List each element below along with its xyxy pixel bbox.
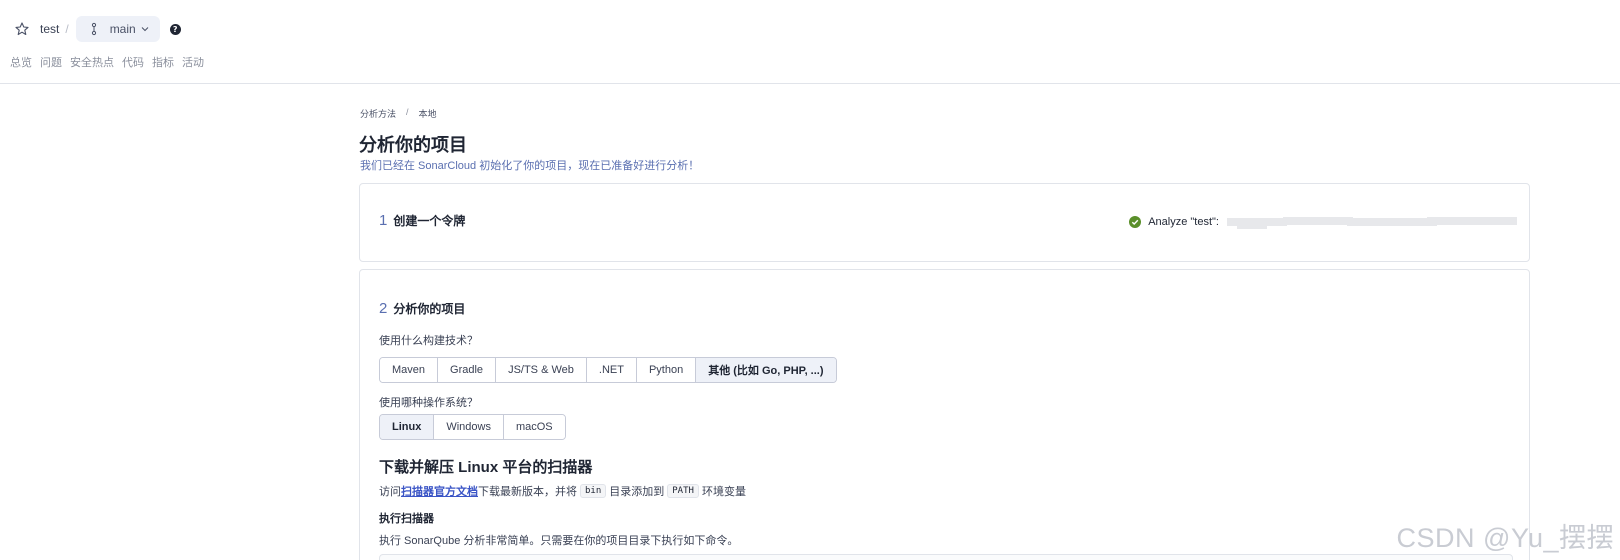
- project-name[interactable]: test: [40, 22, 59, 36]
- execute-title: 执行扫描器: [379, 513, 434, 525]
- breadcrumb: 分析方法 / 本地: [360, 107, 437, 120]
- build-option-other[interactable]: 其他 (比如 Go, PHP, ...): [696, 358, 836, 382]
- page-title: 分析你的项目: [359, 135, 467, 155]
- nav-overview[interactable]: 总览: [10, 54, 32, 70]
- breadcrumb-analysis-method[interactable]: 分析方法: [360, 107, 396, 120]
- build-option-gradle[interactable]: Gradle: [438, 358, 497, 382]
- command-code-block[interactable]: [379, 554, 1513, 560]
- os-option-windows[interactable]: Windows: [434, 415, 504, 439]
- code-bin: bin: [580, 484, 607, 498]
- status-text: Analyze "test":: [1148, 216, 1219, 228]
- os-selector: Linux Windows macOS: [379, 414, 566, 440]
- step-number: 1: [379, 212, 388, 229]
- step-number: 2: [379, 300, 388, 317]
- execute-description: 执行 SonarQube 分析非常简单。只需要在你的项目目录下执行如下命令。: [379, 535, 739, 547]
- watermark: CSDN @Yu_摆摆: [1396, 523, 1614, 553]
- breadcrumb-separator: /: [65, 22, 69, 36]
- nav-code[interactable]: 代码: [122, 54, 144, 70]
- branch-icon: [91, 22, 96, 36]
- branch-selector[interactable]: main: [75, 16, 160, 42]
- project-row: test / main ?: [14, 16, 181, 42]
- page-subtitle: 我们已经在 SonarCloud 初始化了你的项目，现在已准备好进行分析！: [360, 160, 700, 172]
- build-option-python[interactable]: Python: [636, 358, 697, 382]
- step-title: 分析你的项目: [393, 302, 466, 316]
- nav-measures[interactable]: 指标: [152, 54, 174, 70]
- project-header: test / main ? 总览 问题 安全热点 代码 指标 活动: [0, 0, 1620, 84]
- branch-name: main: [109, 22, 136, 36]
- visit-mid2: 目录添加到: [609, 486, 665, 498]
- check-circle-icon: [1129, 216, 1142, 228]
- visit-mid: 下载最新版本，并将: [478, 486, 577, 498]
- visit-suffix: 环境变量: [701, 486, 746, 498]
- project-nav: 总览 问题 安全热点 代码 指标 活动: [10, 54, 204, 70]
- nav-activity[interactable]: 活动: [182, 54, 204, 70]
- os-question: 使用哪种操作系统？: [379, 397, 478, 409]
- code-path: PATH: [667, 484, 699, 498]
- breadcrumb-local: 本地: [418, 109, 437, 119]
- nav-issues[interactable]: 问题: [40, 54, 62, 70]
- nav-security-hotspots[interactable]: 安全热点: [70, 54, 114, 70]
- scanner-docs-link[interactable]: 扫描器官方文档: [401, 483, 478, 499]
- step-title: 创建一个令牌: [393, 214, 466, 228]
- build-option-js[interactable]: JS/TS & Web: [496, 358, 587, 382]
- build-question: 使用什么构建技术？: [379, 335, 478, 347]
- os-option-linux[interactable]: Linux: [380, 415, 435, 439]
- build-tech-selector: Maven Gradle JS/TS & Web .NET Python 其他 …: [379, 357, 837, 383]
- build-option-dotnet[interactable]: .NET: [586, 358, 637, 382]
- step-2-header: 2 分析你的项目: [379, 300, 465, 317]
- step-2-card: 2 分析你的项目 使用什么构建技术？ Maven Gradle JS/TS & …: [359, 269, 1530, 560]
- help-icon[interactable]: ?: [169, 23, 181, 35]
- star-icon[interactable]: [14, 21, 30, 37]
- token-status: Analyze "test":: [1129, 215, 1517, 229]
- step-1-header: 1 创建一个令牌: [379, 212, 465, 229]
- build-option-maven[interactable]: Maven: [380, 358, 439, 382]
- redacted-token: [1227, 215, 1517, 229]
- step-1-card: 1 创建一个令牌 Analyze "test":: [359, 183, 1530, 262]
- chevron-down-icon: [141, 27, 149, 32]
- download-instructions: 访问 扫描器官方文档 下载最新版本，并将 bin 目录添加到 PATH 环境变量: [379, 483, 746, 499]
- download-title: 下载并解压 Linux 平台的扫描器: [379, 459, 593, 476]
- visit-prefix: 访问: [379, 486, 401, 498]
- breadcrumb-separator: /: [406, 107, 409, 117]
- os-option-macos[interactable]: macOS: [503, 415, 565, 439]
